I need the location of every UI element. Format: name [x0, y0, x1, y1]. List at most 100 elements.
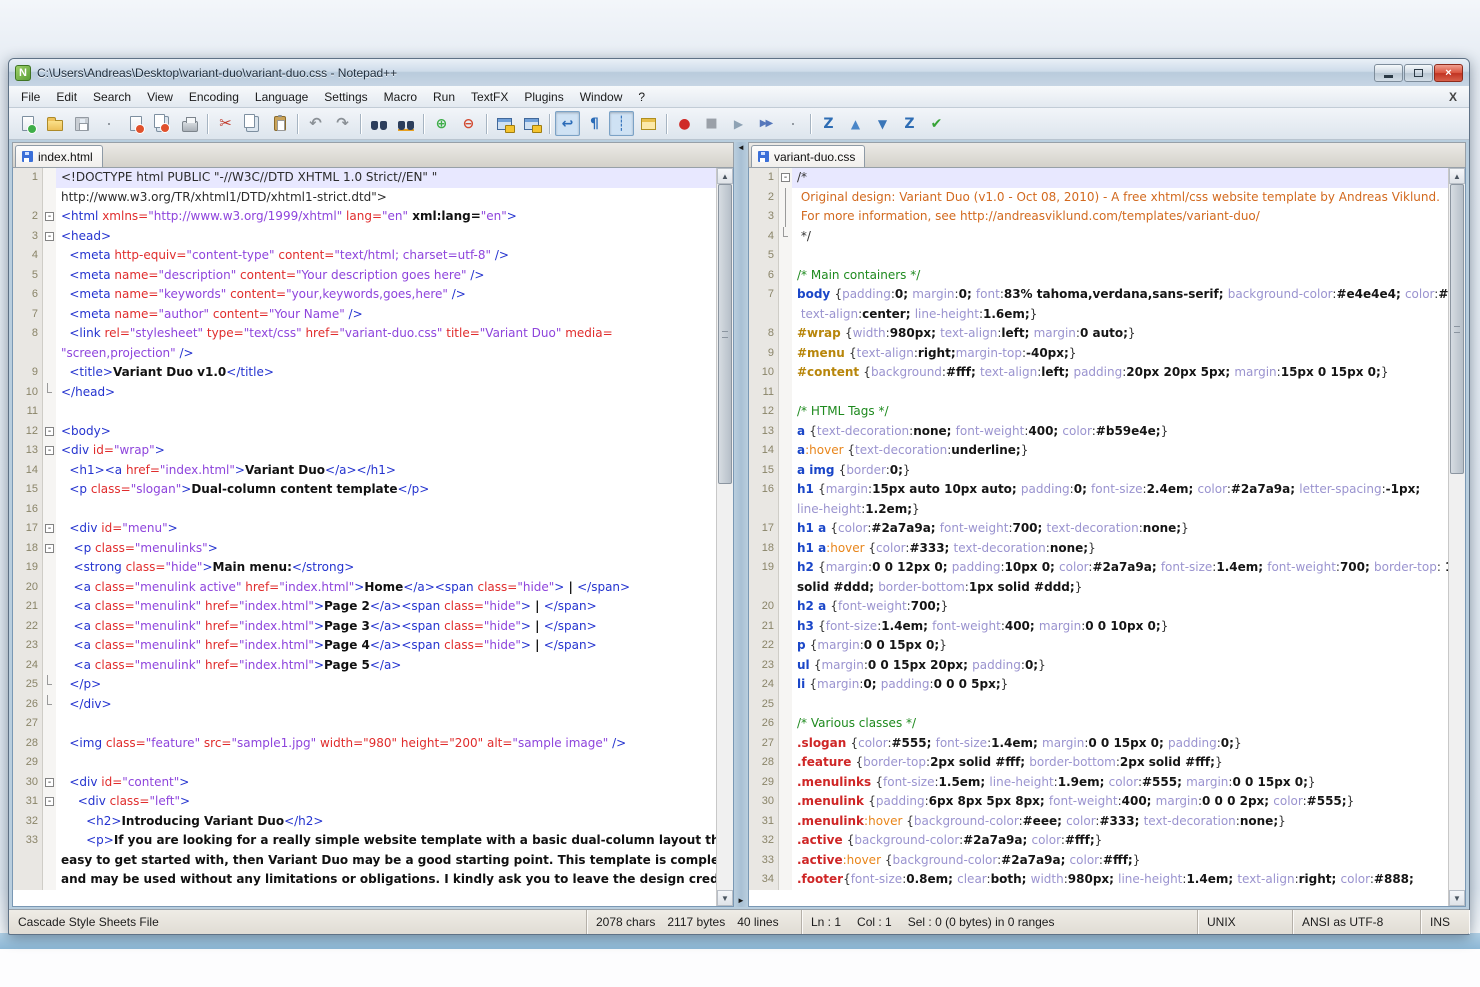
fold-margin [779, 753, 792, 773]
left-scrollbar[interactable]: ▲ ▼ [716, 168, 733, 906]
right-scroll-thumb[interactable] [1450, 184, 1464, 474]
right-scroll-track[interactable] [1449, 184, 1465, 890]
show-all-characters-button[interactable]: ¶ [582, 111, 607, 136]
close-button[interactable]: × [1434, 64, 1463, 82]
left-scroll-down-button[interactable]: ▼ [717, 890, 733, 906]
pane-splitter[interactable]: ◄ ► [734, 142, 748, 907]
save-all-button[interactable] [96, 111, 121, 136]
code-text [56, 500, 716, 520]
macro-run-multiple-button[interactable]: ▶▶ [753, 111, 778, 136]
line-number: 7 [749, 285, 779, 305]
menu-edit[interactable]: Edit [48, 88, 85, 106]
save-file-button[interactable] [69, 111, 94, 136]
left-editor[interactable]: 1<!DOCTYPE html PUBLIC "-//W3C//DTD XHTM… [12, 167, 734, 907]
fold-margin[interactable]: - [43, 792, 56, 812]
macro-save-button[interactable] [780, 111, 805, 136]
tab-index-html[interactable]: index.html [15, 145, 103, 167]
code-row: 7 <meta name="author" content="Your Name… [13, 305, 716, 325]
line-number: 13 [13, 441, 43, 461]
code-row: 19h2 {margin:0 0 12px 0; padding:10px 0;… [749, 558, 1448, 578]
macro-play-button[interactable]: ▶ [726, 111, 751, 136]
code-text: h1 a {color:#2a7a9a; font-weight:700; te… [792, 519, 1448, 539]
left-scroll-up-button[interactable]: ▲ [717, 168, 733, 184]
textfx-3-button[interactable]: ▼ [870, 111, 895, 136]
line-number: 4 [13, 246, 43, 266]
menu-textfx[interactable]: TextFX [463, 88, 516, 106]
print-button[interactable] [177, 111, 202, 136]
fold-margin[interactable]: - [43, 539, 56, 559]
fold-margin[interactable]: - [779, 168, 792, 188]
open-file-button[interactable] [42, 111, 67, 136]
code-text: </head> [56, 383, 716, 403]
fold-margin[interactable]: - [43, 773, 56, 793]
menu-window[interactable]: Window [572, 88, 631, 106]
code-row: http://www.w3.org/TR/xhtml1/DTD/xhtml1-s… [13, 188, 716, 208]
menu-settings[interactable]: Settings [316, 88, 375, 106]
tab-variant-duo-css[interactable]: variant-duo.css [751, 145, 865, 167]
copy-button[interactable] [240, 111, 265, 136]
menu-search[interactable]: Search [85, 88, 139, 106]
left-scroll-track[interactable] [717, 184, 733, 890]
left-scroll-thumb[interactable] [718, 184, 732, 484]
close-file-button[interactable] [123, 111, 148, 136]
word-wrap-button[interactable]: ↩ [555, 111, 580, 136]
fold-margin[interactable]: - [43, 519, 56, 539]
right-scroll-up-button[interactable]: ▲ [1449, 168, 1465, 184]
zoom-in-button[interactable]: ⊕ [429, 111, 454, 136]
menu-macro[interactable]: Macro [376, 88, 425, 106]
right-scrollbar[interactable]: ▲ ▼ [1448, 168, 1465, 906]
new-file-button[interactable] [15, 111, 40, 136]
line-number [749, 500, 779, 520]
toolbar-separator [666, 114, 667, 134]
paste-button[interactable] [267, 111, 292, 136]
code-text: .slogan {color:#555; font-size:1.4em; ma… [792, 734, 1448, 754]
code-text: h3 {font-size:1.4em; font-weight:400; ma… [792, 617, 1448, 637]
textfx-1-button[interactable]: Z [816, 111, 841, 136]
macro-stop-button[interactable]: ■ [699, 111, 724, 136]
menu-encoding[interactable]: Encoding [181, 88, 247, 106]
menu-run[interactable]: Run [425, 88, 463, 106]
code-row: 10</head> [13, 383, 716, 403]
cut-button[interactable]: ✂ [213, 111, 238, 136]
line-number: 21 [749, 617, 779, 637]
function-list-button[interactable] [636, 111, 661, 136]
indent-guide-button[interactable]: ┊ [609, 111, 634, 136]
right-editor[interactable]: 1-/*2 Original design: Variant Duo (v1.0… [748, 167, 1466, 907]
menu-language[interactable]: Language [247, 88, 316, 106]
macro-record-button[interactable]: ● [672, 111, 697, 136]
menu-help[interactable]: ? [630, 88, 653, 106]
menu-view[interactable]: View [139, 88, 181, 106]
fold-margin[interactable]: - [43, 227, 56, 247]
maximize-button[interactable] [1404, 64, 1433, 82]
right-scroll-down-button[interactable]: ▼ [1449, 890, 1465, 906]
code-text [792, 695, 1448, 715]
menu-file[interactable]: File [13, 88, 48, 106]
sync-vertical-scrolling-button[interactable] [492, 111, 517, 136]
fold-margin [43, 675, 56, 695]
code-row: 31.menulink:hover {background-color:#eee… [749, 812, 1448, 832]
close-icon: × [1445, 67, 1451, 79]
fold-margin[interactable]: - [43, 422, 56, 442]
close-all-button[interactable] [150, 111, 175, 136]
code-row: 9#menu {text-align:right;margin-top:-40p… [749, 344, 1448, 364]
title-bar[interactable]: N C:\Users\Andreas\Desktop\variant-duo\v… [9, 59, 1469, 86]
textfx-4-button[interactable]: Z [897, 111, 922, 136]
fold-margin[interactable]: - [43, 441, 56, 461]
textfx-2-button[interactable]: ▲ [843, 111, 868, 136]
zoom-out-button[interactable]: ⊖ [456, 111, 481, 136]
minimize-button[interactable] [1374, 64, 1403, 82]
line-number: 19 [749, 558, 779, 578]
menu-plugins[interactable]: Plugins [516, 88, 571, 106]
fold-margin[interactable]: - [43, 207, 56, 227]
replace-button[interactable] [393, 111, 418, 136]
fold-margin [779, 558, 792, 578]
menu-bar-close-button[interactable]: X [1441, 90, 1465, 104]
fold-margin [779, 597, 792, 617]
sync-horizontal-scrolling-button[interactable] [519, 111, 544, 136]
find-button[interactable] [366, 111, 391, 136]
left-editor-body: 1<!DOCTYPE html PUBLIC "-//W3C//DTD XHTM… [13, 168, 716, 906]
fold-margin [43, 383, 56, 403]
undo-button[interactable]: ↶ [303, 111, 328, 136]
redo-button[interactable]: ↷ [330, 111, 355, 136]
textfx-5-button[interactable]: ✔ [924, 111, 949, 136]
